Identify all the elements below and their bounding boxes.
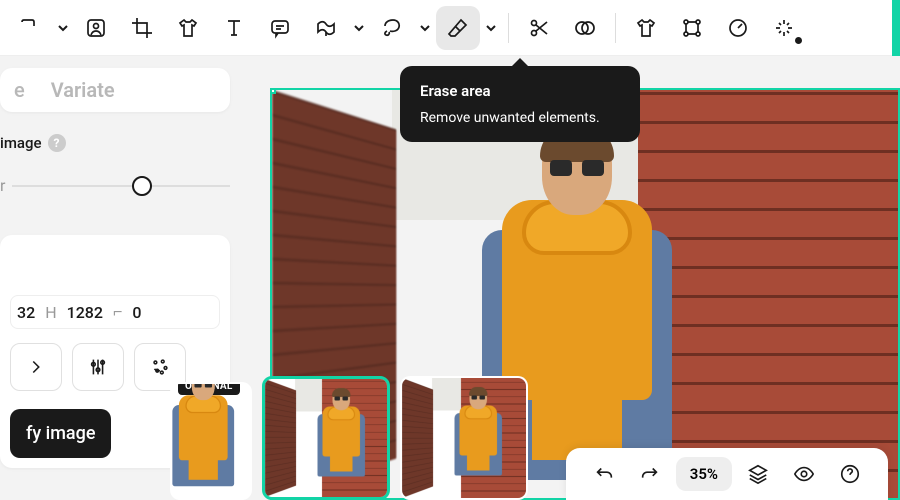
tooltip-title: Erase area — [420, 82, 620, 100]
help-icon[interactable]: ? — [48, 134, 66, 152]
thumbnail-variant-1[interactable] — [262, 376, 390, 500]
lasso-tool-button[interactable] — [370, 6, 414, 50]
portrait-tool-button[interactable] — [74, 6, 118, 50]
nodes-tool-button[interactable] — [670, 6, 714, 50]
crop-tool-button[interactable] — [120, 6, 164, 50]
thumbnail-original[interactable]: ORIGINAL — [170, 382, 252, 500]
dimensions-row: 32 H 1282 ⌐ 0 — [10, 295, 220, 329]
chevron-down-icon[interactable] — [482, 6, 500, 50]
undo-button[interactable] — [584, 454, 624, 494]
slider-thumb[interactable] — [132, 176, 152, 196]
strength-slider[interactable]: r — [0, 176, 230, 195]
height-value[interactable]: 1282 — [67, 303, 103, 322]
apparel-tool-button[interactable] — [624, 6, 668, 50]
width-value: 32 — [17, 303, 35, 322]
toolbar-divider — [508, 13, 509, 43]
text-tool-button[interactable] — [212, 6, 256, 50]
top-toolbar — [0, 0, 900, 56]
sparkle-tool-button[interactable] — [762, 6, 806, 50]
gauge-tool-button[interactable] — [716, 6, 760, 50]
accent-edge — [892, 0, 900, 56]
bottom-bar: 35% — [566, 448, 888, 500]
chat-tool-button[interactable] — [258, 6, 302, 50]
mode-tabs-panel: e Variate — [0, 68, 230, 112]
scissors-tool-button[interactable] — [517, 6, 561, 50]
image-label: image — [0, 134, 42, 152]
tab-prefix: e — [14, 78, 25, 102]
adjustments-button[interactable] — [72, 343, 124, 391]
thumbnail-variant-2[interactable] — [400, 376, 528, 500]
help-button[interactable] — [830, 454, 870, 494]
slider-track[interactable] — [12, 185, 230, 187]
tooltip-description: Remove unwanted elements. — [420, 110, 620, 126]
tab-variate[interactable]: Variate — [43, 70, 115, 106]
rotation-value[interactable]: 0 — [132, 303, 141, 322]
eraser-tooltip: Erase area Remove unwanted elements. — [400, 66, 640, 142]
chevron-down-icon[interactable] — [416, 6, 434, 50]
toolbar-divider — [615, 13, 616, 43]
thumbnail-strip: ORIGINAL — [170, 376, 528, 500]
rotation-label: ⌐ — [113, 302, 122, 322]
height-label: H — [45, 303, 56, 322]
redo-button[interactable] — [630, 454, 670, 494]
chevron-down-icon[interactable] — [54, 6, 72, 50]
fill-tool-button[interactable] — [304, 6, 348, 50]
image-label-row: image ? — [0, 134, 230, 152]
unknown-tool-button[interactable] — [8, 6, 52, 50]
overlap-tool-button[interactable] — [563, 6, 607, 50]
selection-handle-tl[interactable] — [270, 88, 276, 94]
zoom-level[interactable]: 35% — [676, 457, 732, 491]
expand-button[interactable] — [10, 343, 62, 391]
preview-button[interactable] — [784, 454, 824, 494]
apply-image-button[interactable]: fy image — [10, 409, 111, 458]
chevron-down-icon[interactable] — [350, 6, 368, 50]
layers-button[interactable] — [738, 454, 778, 494]
eraser-tool-button[interactable] — [436, 6, 480, 50]
badge-dot-icon — [795, 37, 802, 44]
shirt-tool-button[interactable] — [166, 6, 210, 50]
